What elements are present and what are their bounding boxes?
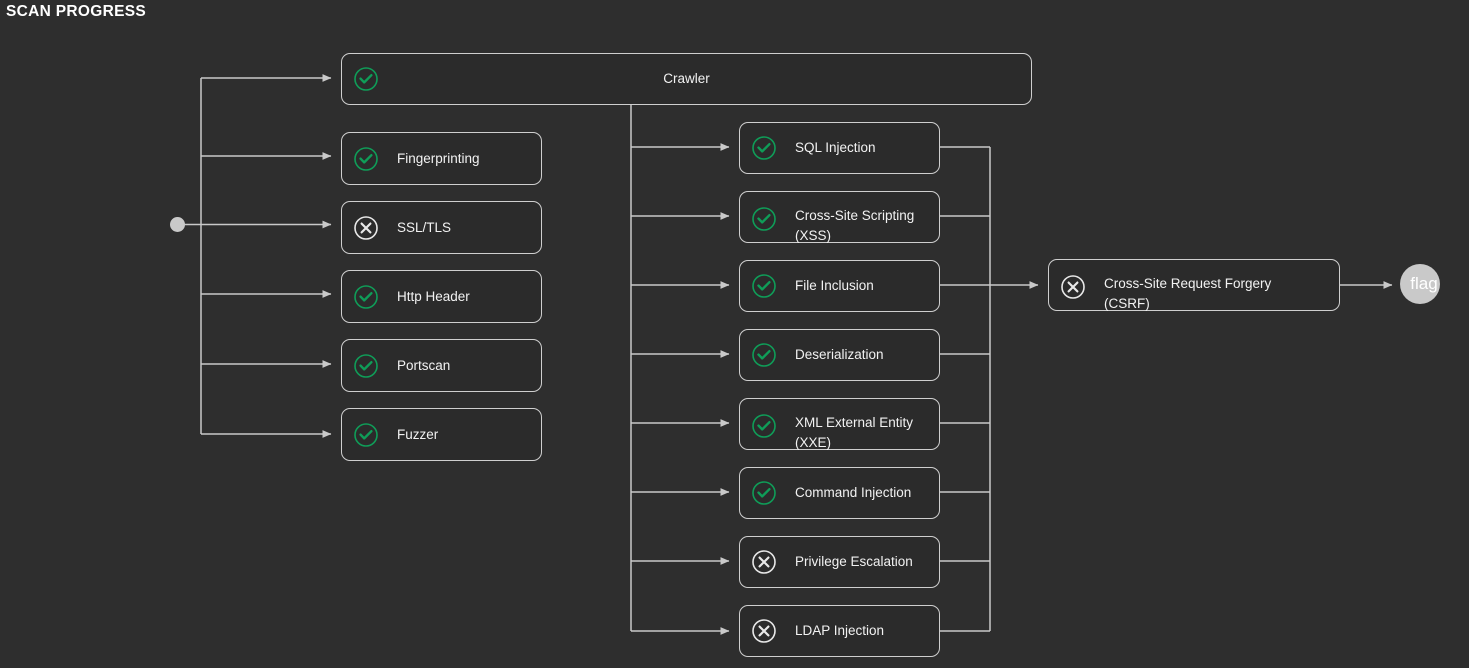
check-circle-icon	[752, 343, 776, 367]
check-circle-icon	[752, 207, 776, 231]
node-sql-injection[interactable]: SQL Injection	[739, 122, 940, 174]
x-circle-icon	[354, 215, 378, 240]
node-label: Cross-Site Scripting (XSS)	[795, 208, 915, 243]
node-csrf[interactable]: Cross-Site Request Forgery (CSRF)	[1048, 259, 1340, 311]
node-crawler[interactable]: Crawler	[341, 53, 1032, 105]
node-fuzzer[interactable]: Fuzzer	[341, 408, 542, 461]
flag-node[interactable]: flag	[1400, 264, 1440, 304]
node-portscan[interactable]: Portscan	[341, 339, 542, 392]
node-label: Portscan	[397, 357, 451, 373]
node-label: XML External Entity (XXE)	[795, 415, 914, 450]
node-label: SSL/TLS	[397, 219, 452, 235]
node-label: Crawler	[663, 71, 710, 86]
node-label: File Inclusion	[795, 278, 874, 293]
x-circle-icon	[752, 550, 776, 574]
node-label: LDAP Injection	[795, 623, 885, 638]
node-deserialization[interactable]: Deserialization	[739, 329, 940, 381]
check-circle-icon	[354, 67, 378, 91]
node-label: Privilege Escalation	[795, 554, 913, 569]
node-ssl-tls[interactable]: SSL/TLS	[341, 201, 542, 254]
node-label: Command Injection	[795, 485, 912, 500]
node-label: SQL Injection	[795, 140, 876, 155]
node-command-injection[interactable]: Command Injection	[739, 467, 940, 519]
node-label: Fingerprinting	[397, 150, 480, 166]
node-label: Cross-Site Request Forgery (CSRF)	[1104, 276, 1272, 311]
scan-progress-diagram: SCAN PROGRESS flag Crawler Fingerprintin…	[0, 0, 1469, 668]
node-cross-site-scripting[interactable]: Cross-Site Scripting (XSS)	[739, 191, 940, 243]
x-circle-icon	[1061, 275, 1085, 299]
node-label: Deserialization	[795, 347, 884, 362]
node-file-inclusion[interactable]: File Inclusion	[739, 260, 940, 312]
node-http-header[interactable]: Http Header	[341, 270, 542, 323]
node-xml-external-entity[interactable]: XML External Entity (XXE)	[739, 398, 940, 450]
flag-node-label: flag	[1410, 274, 1438, 293]
node-label: Http Header	[397, 288, 470, 304]
start-node	[170, 217, 185, 232]
check-circle-icon	[752, 414, 776, 438]
x-circle-icon	[752, 619, 776, 643]
check-circle-icon	[354, 284, 378, 309]
node-fingerprinting[interactable]: Fingerprinting	[341, 132, 542, 185]
check-circle-icon	[752, 136, 776, 160]
node-privilege-escalation[interactable]: Privilege Escalation	[739, 536, 940, 588]
check-circle-icon	[354, 146, 378, 171]
node-ldap-injection[interactable]: LDAP Injection	[739, 605, 940, 657]
node-label: Fuzzer	[397, 426, 439, 442]
check-circle-icon	[752, 274, 776, 298]
check-circle-icon	[752, 481, 776, 505]
page-title: SCAN PROGRESS	[6, 3, 146, 20]
check-circle-icon	[354, 422, 378, 447]
check-circle-icon	[354, 353, 378, 378]
